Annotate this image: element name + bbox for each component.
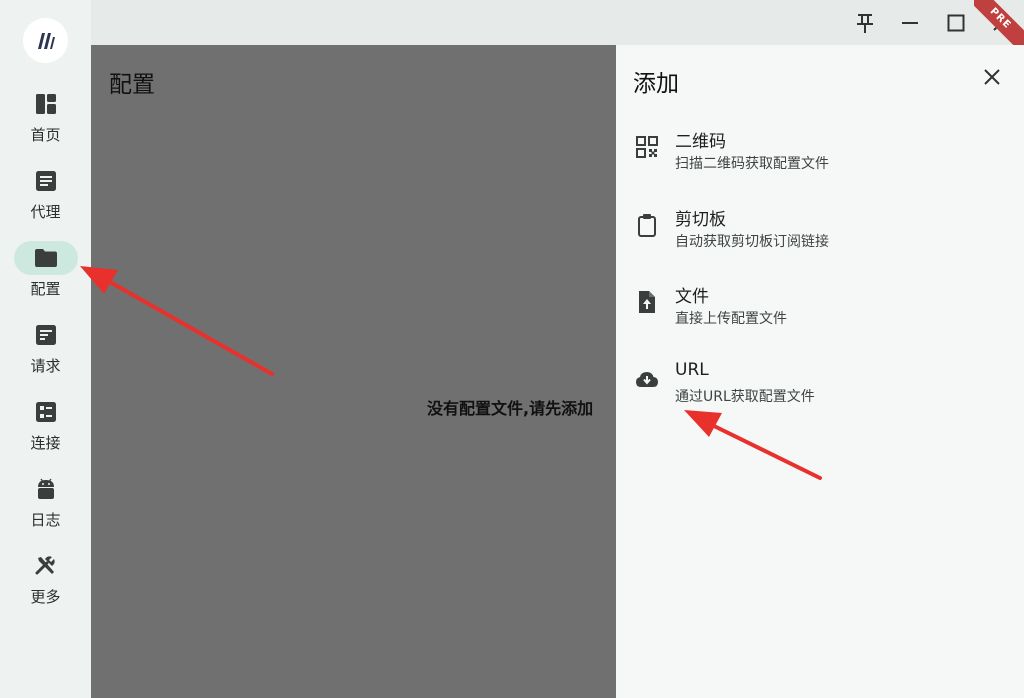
dashboard-icon: [14, 87, 78, 121]
drawer-title: 添加: [633, 71, 679, 97]
sidebar-item-logs[interactable]: 日志: [0, 472, 91, 542]
pre-badge-container: PRE: [974, 0, 1024, 50]
sidebar-item-label: 日志: [30, 511, 61, 529]
option-title: 二维码: [675, 132, 726, 152]
minimize-icon: [902, 22, 918, 24]
sidebar-item-label: 首页: [30, 126, 61, 144]
file-upload-icon: [639, 291, 655, 313]
option-clipboard[interactable]: 剪切板 自动获取剪切板订阅链接: [616, 199, 1024, 263]
option-description: 扫描二维码获取配置文件: [675, 156, 829, 172]
android-icon: [14, 472, 78, 506]
sidebar-item-label: 更多: [30, 588, 61, 606]
clipboard-icon: [638, 214, 656, 237]
article-icon: [14, 164, 78, 198]
sidebar-item-label: 代理: [30, 203, 61, 221]
folder-icon: [13, 241, 78, 275]
maximize-icon: [947, 14, 965, 32]
option-description: 自动获取剪切板订阅链接: [675, 234, 829, 250]
sidebar-item-label: 配置: [30, 280, 61, 298]
sidebar-item-requests[interactable]: 请求: [0, 318, 91, 388]
qr-code-icon: [636, 136, 658, 158]
title-bar: PRE: [91, 0, 1024, 50]
minimize-button[interactable]: [893, 6, 927, 40]
sidebar-item-label: 请求: [30, 357, 61, 375]
option-url[interactable]: URL 通过URL获取配置文件: [616, 354, 1024, 418]
add-profile-drawer: 添加 二维码 扫描二维码获取配置文件 剪切板 自动获取剪切板订阅链接 文件 直接…: [616, 45, 1024, 698]
option-qrcode[interactable]: 二维码 扫描二维码获取配置文件: [616, 121, 1024, 185]
pin-icon: [857, 14, 873, 33]
connections-icon: [14, 395, 78, 429]
close-icon: [984, 69, 1000, 85]
maximize-button[interactable]: [939, 6, 973, 40]
sidebar-item-profiles[interactable]: 配置: [0, 241, 91, 311]
option-title: 剪切板: [675, 210, 726, 230]
request-icon: [14, 318, 78, 352]
drawer-close-button[interactable]: [980, 65, 1004, 89]
tools-icon: [14, 549, 78, 583]
pin-button[interactable]: [848, 6, 882, 40]
sidebar-item-label: 连接: [30, 434, 61, 452]
sidebar: 首页 代理 配置 请求 连接 日志 更多: [0, 0, 91, 698]
sidebar-item-more[interactable]: 更多: [0, 549, 91, 619]
sidebar-item-dashboard[interactable]: 首页: [0, 87, 91, 157]
logo-icon: [37, 32, 55, 49]
option-description: 通过URL获取配置文件: [675, 389, 815, 405]
page-title: 配置: [109, 72, 155, 98]
option-title: URL: [675, 360, 709, 380]
option-description: 直接上传配置文件: [675, 311, 787, 327]
option-title: 文件: [675, 287, 709, 307]
sidebar-item-connections[interactable]: 连接: [0, 395, 91, 465]
option-file[interactable]: 文件 直接上传配置文件: [616, 276, 1024, 340]
sidebar-item-proxy[interactable]: 代理: [0, 164, 91, 234]
pre-badge: PRE: [974, 0, 1024, 50]
app-logo: [23, 18, 68, 63]
empty-state-message: 没有配置文件,请先添加: [427, 399, 594, 418]
cloud-download-icon: [636, 372, 658, 387]
main-content: 配置 没有配置文件,请先添加: [91, 45, 616, 698]
